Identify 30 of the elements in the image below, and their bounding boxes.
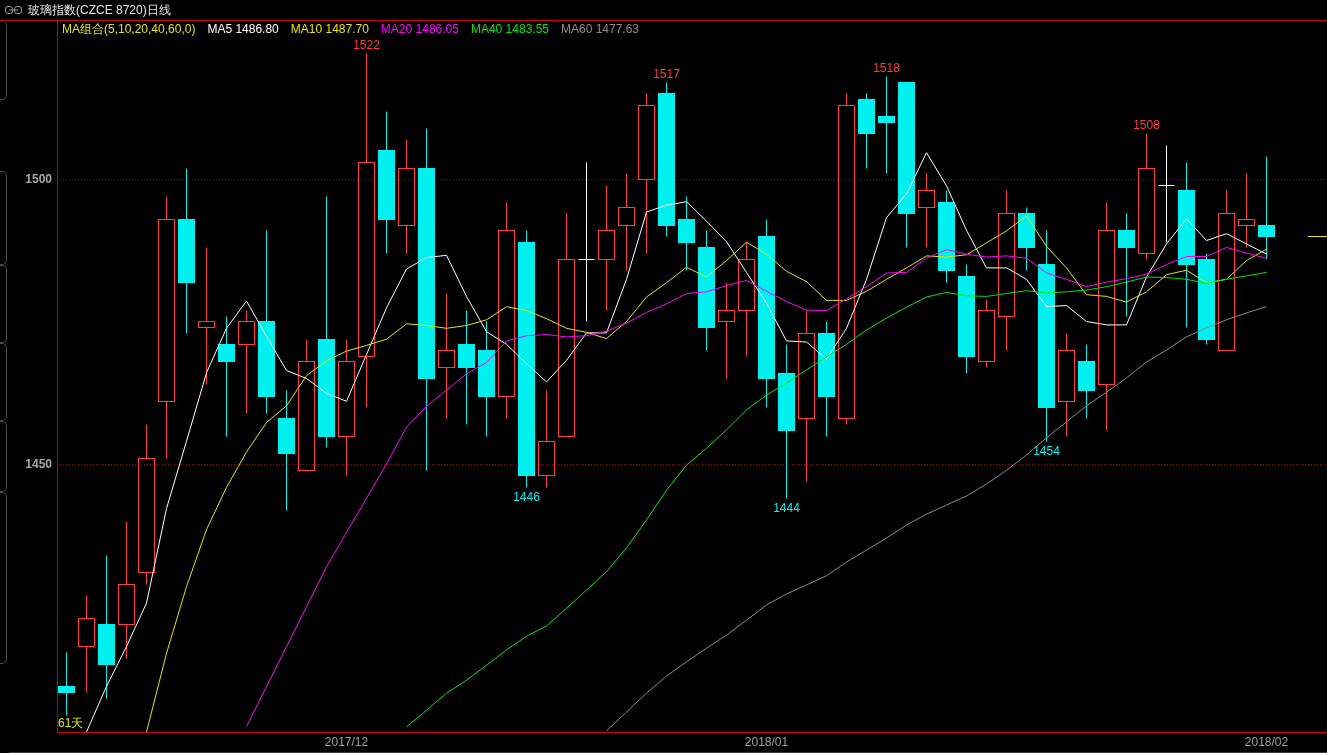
x-axis-label: 2017/12: [324, 735, 369, 749]
chart-title: 玻璃指数(CZCE 8720)日线: [28, 1, 171, 19]
panel-tab[interactable]: [0, 171, 7, 265]
y-axis-label: 1500: [25, 171, 52, 186]
panel-tab[interactable]: [0, 265, 7, 343]
low-price-label: 1446: [513, 489, 540, 504]
link-icon: [5, 6, 22, 14]
panel-tab[interactable]: [0, 492, 7, 664]
legend-item: MA40 1483.55: [470, 22, 549, 37]
x-axis-label: 2018/01: [744, 735, 789, 749]
low-price-label: 1444: [773, 501, 800, 516]
high-price-label: 1522: [353, 38, 380, 53]
candle: [58, 652, 75, 716]
high-price-label: 1517: [653, 67, 680, 81]
x-axis-label: 2018/02: [1244, 735, 1289, 749]
legend-item: MA20 1486.05: [380, 22, 459, 37]
low-price-label: 1454: [1033, 444, 1060, 459]
day-count-label: 61天: [58, 716, 84, 730]
candle: [978, 299, 995, 368]
panel-tab[interactable]: [0, 343, 7, 421]
y-axis-label: 1450: [25, 457, 52, 471]
panel-tab[interactable]: [0, 421, 7, 492]
price-marker: [1307, 236, 1327, 237]
legend-item: MA5 1486.80: [207, 22, 279, 37]
legend-title: MA组合(5,10,20,40,60,0): [62, 22, 196, 37]
candle: [1018, 207, 1035, 271]
high-price-label: 1508: [1133, 118, 1160, 133]
legend-item: MA60 1477.63: [561, 22, 640, 37]
legend-item: MA10 1487.70: [290, 22, 369, 37]
high-price-label: 1518: [873, 61, 900, 76]
